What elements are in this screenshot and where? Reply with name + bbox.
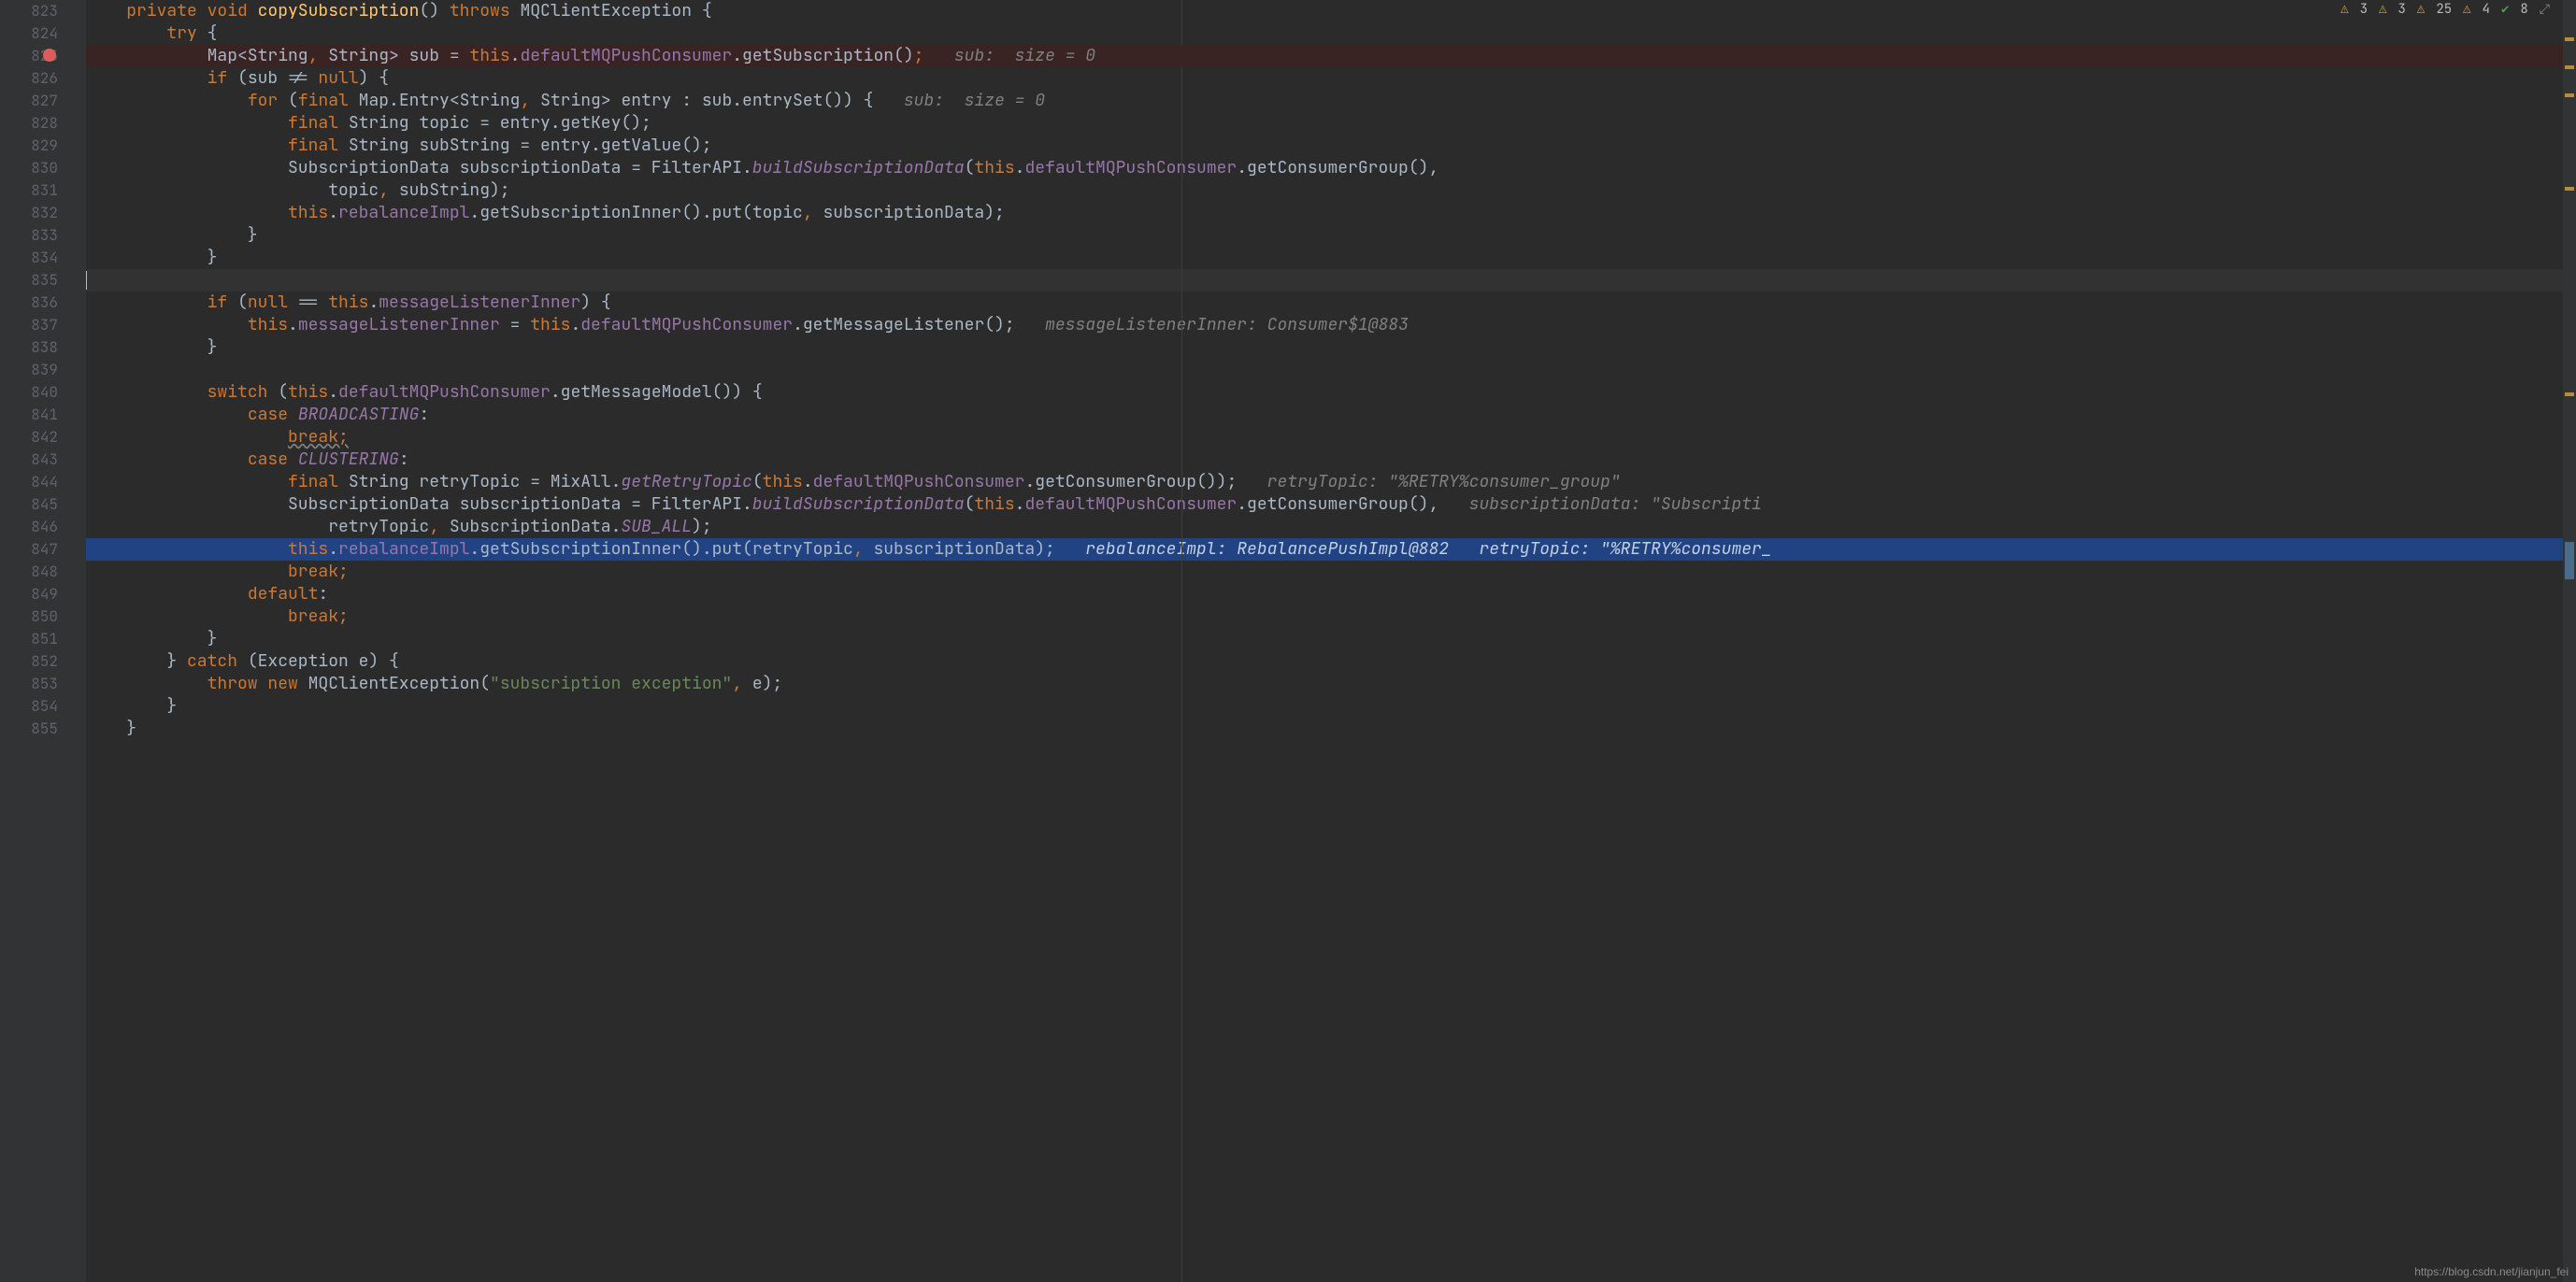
line-number[interactable]: 853 — [0, 673, 58, 695]
warning-count: 3 — [2360, 1, 2368, 18]
code-line[interactable]: topic, subString); — [86, 179, 2576, 202]
line-number[interactable]: 846 — [0, 516, 58, 538]
code-line[interactable]: this.rebalanceImpl.getSubscriptionInner(… — [86, 202, 2576, 224]
code-line[interactable]: break; — [86, 605, 2576, 628]
code-line[interactable]: if (null == this.messageListenerInner) { — [86, 292, 2576, 314]
line-number[interactable]: 834 — [0, 247, 58, 269]
code-line[interactable]: retryTopic, SubscriptionData.SUB_ALL); — [86, 516, 2576, 538]
code-line[interactable]: try { — [86, 22, 2576, 45]
line-number[interactable]: 828 — [0, 112, 58, 135]
warning-icon: ⚠ — [2340, 1, 2348, 18]
warning-mark[interactable] — [2565, 392, 2574, 396]
warning-mark[interactable] — [2565, 65, 2574, 69]
code-line[interactable]: for (final Map.Entry<String, String> ent… — [86, 90, 2576, 112]
warning-count: 4 — [2483, 1, 2490, 18]
line-number[interactable]: 842 — [0, 426, 58, 449]
line-number[interactable]: 844 — [0, 471, 58, 493]
debug-hint: retryTopic: "%RETRY%consumer_group" — [1237, 471, 1620, 492]
debug-hint: messageListenerInner: Consumer$1@883 — [1015, 314, 1409, 335]
line-number[interactable]: 839 — [0, 359, 58, 381]
line-number[interactable]: 832 — [0, 202, 58, 224]
selection-mark[interactable] — [2565, 542, 2574, 579]
warning-icon: ⚠ — [2463, 1, 2470, 18]
code-line[interactable]: case CLUSTERING: — [86, 449, 2576, 471]
code-line[interactable]: } — [86, 224, 2576, 247]
code-line[interactable]: switch (this.defaultMQPushConsumer.getMe… — [86, 381, 2576, 404]
line-number[interactable]: 850 — [0, 605, 58, 628]
debug-hint: sub: size = 0 — [923, 45, 1095, 66]
line-number[interactable]: 831 — [0, 179, 58, 202]
code-line[interactable]: } — [86, 695, 2576, 718]
line-number-gutter[interactable]: 823 824 825 826 827 828 829 830 831 832 … — [0, 0, 65, 1282]
warning-count: 25 — [2436, 1, 2452, 18]
line-number[interactable]: 826 — [0, 67, 58, 90]
line-number[interactable]: 848 — [0, 561, 58, 583]
line-number[interactable]: 845 — [0, 493, 58, 516]
code-line[interactable]: break; — [86, 426, 2576, 449]
code-line[interactable]: final String topic = entry.getKey(); — [86, 112, 2576, 135]
code-line[interactable]: } — [86, 247, 2576, 269]
code-editor[interactable]: 823 824 825 826 827 828 829 830 831 832 … — [0, 0, 2576, 1282]
line-number[interactable]: 837 — [0, 314, 58, 336]
debug-hint: subscriptionData: "Subscripti — [1438, 493, 1762, 515]
line-number[interactable]: 835 — [0, 269, 58, 292]
warning-icon: ⚠ — [2417, 1, 2425, 18]
warning-mark[interactable] — [2565, 93, 2574, 97]
code-line[interactable]: private void copySubscription() throws M… — [86, 0, 2576, 22]
right-margin-line — [1181, 0, 1182, 1282]
warning-mark[interactable] — [2565, 187, 2574, 191]
line-number[interactable]: 855 — [0, 718, 58, 740]
code-line[interactable]: case BROADCASTING: — [86, 404, 2576, 426]
breakpoint-icon[interactable] — [43, 49, 56, 62]
line-number[interactable]: 830 — [0, 157, 58, 179]
check-icon: ✔ — [2501, 1, 2509, 18]
line-number[interactable]: 847 — [0, 538, 58, 561]
expand-icon[interactable]: ⤢ — [2540, 1, 2550, 18]
fold-column[interactable] — [65, 0, 86, 1282]
code-line[interactable]: } catch (Exception e) { — [86, 650, 2576, 673]
inspection-summary[interactable]: ⚠ 3 ⚠ 3 ⚠ 25 ⚠ 4 ✔ 8 ⤢ — [2340, 0, 2550, 19]
code-line[interactable]: if (sub != null) { — [86, 67, 2576, 90]
code-line[interactable]: break; — [86, 561, 2576, 583]
line-number[interactable]: 829 — [0, 135, 58, 157]
error-stripe-scrollbar[interactable] — [2563, 0, 2576, 1282]
warning-count: 3 — [2398, 1, 2406, 18]
line-number[interactable]: 851 — [0, 628, 58, 650]
line-number[interactable]: 852 — [0, 650, 58, 673]
code-line[interactable]: } — [86, 718, 2576, 740]
watermark-text: https://blog.csdn.net/jianjun_fei — [2414, 1265, 2569, 1278]
code-line[interactable]: SubscriptionData subscriptionData = Filt… — [86, 157, 2576, 179]
text-cursor — [86, 271, 87, 290]
code-line[interactable] — [86, 359, 2576, 381]
line-number[interactable]: 823 — [0, 0, 58, 22]
ok-count: 8 — [2520, 1, 2527, 18]
line-number[interactable]: 840 — [0, 381, 58, 404]
code-line[interactable]: this.messageListenerInner = this.default… — [86, 314, 2576, 336]
code-line[interactable]: final String retryTopic = MixAll.getRetr… — [86, 471, 2576, 493]
warning-icon: ⚠ — [2379, 1, 2386, 18]
line-number[interactable]: 833 — [0, 224, 58, 247]
line-number[interactable]: 827 — [0, 90, 58, 112]
code-line-selected[interactable]: this.rebalanceImpl.getSubscriptionInner(… — [86, 538, 2576, 561]
line-number[interactable]: 854 — [0, 695, 58, 718]
line-number[interactable]: 824 — [0, 22, 58, 45]
code-line[interactable]: } — [86, 336, 2576, 359]
code-area[interactable]: private void copySubscription() throws M… — [86, 0, 2576, 1282]
warning-mark[interactable] — [2565, 37, 2574, 41]
code-line[interactable]: default: — [86, 583, 2576, 605]
line-number[interactable]: 841 — [0, 404, 58, 426]
debug-hint: sub: size = 0 — [873, 90, 1045, 111]
line-number[interactable]: 836 — [0, 292, 58, 314]
line-number[interactable]: 838 — [0, 336, 58, 359]
line-number[interactable]: 843 — [0, 449, 58, 471]
code-line[interactable]: } — [86, 628, 2576, 650]
line-number[interactable]: 849 — [0, 583, 58, 605]
debug-hint: rebalanceImpl: RebalancePushImpl@882 ret… — [1055, 538, 1772, 560]
code-line[interactable]: throw new MQClientException("subscriptio… — [86, 673, 2576, 695]
code-line-current[interactable] — [86, 269, 2576, 292]
code-line[interactable]: final String subString = entry.getValue(… — [86, 135, 2576, 157]
code-line[interactable]: SubscriptionData subscriptionData = Filt… — [86, 493, 2576, 516]
code-line-breakpoint[interactable]: Map<String, String> sub = this.defaultMQ… — [86, 45, 2576, 67]
